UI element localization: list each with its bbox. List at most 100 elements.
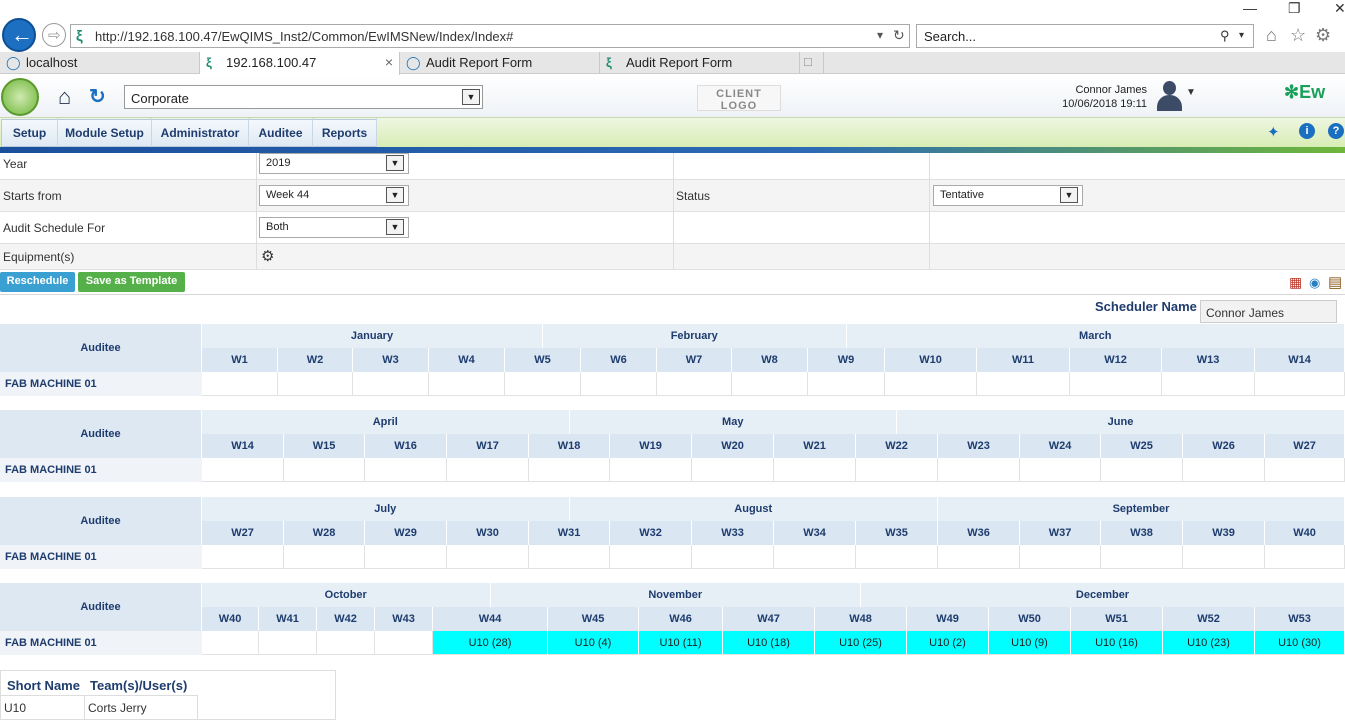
schedule-cell[interactable] (1265, 458, 1345, 482)
menu-auditee[interactable]: Auditee (249, 118, 313, 148)
schedule-cell[interactable] (259, 631, 317, 655)
schedule-cell[interactable] (505, 372, 581, 396)
scheduled-audit-cell[interactable]: U10 (25) (815, 631, 907, 655)
schedule-cell[interactable] (365, 545, 447, 569)
schedule-cell[interactable] (938, 545, 1020, 569)
scheduled-audit-cell[interactable]: U10 (11) (639, 631, 723, 655)
chevron-down-icon[interactable]: ▾ (1239, 30, 1244, 41)
chevron-down-icon[interactable]: ▼ (1060, 187, 1078, 203)
home-icon[interactable]: ⌂ (58, 84, 71, 110)
menu-module-setup[interactable]: Module Setup (58, 118, 152, 148)
info-icon[interactable]: i (1299, 123, 1315, 139)
user-avatar-icon[interactable] (1155, 80, 1183, 112)
forward-button[interactable]: ⇨ (42, 23, 66, 47)
schedule-cell[interactable] (856, 545, 938, 569)
schedule-cell[interactable] (885, 372, 977, 396)
help-icon[interactable]: ? (1328, 123, 1344, 139)
app-logo-icon[interactable] (1, 78, 39, 116)
equipment-settings-icon[interactable]: ⚙ (261, 247, 274, 265)
schedule-cell[interactable] (774, 458, 856, 482)
schedule-cell[interactable] (429, 372, 505, 396)
favorites-star-icon[interactable]: ☆ (1290, 25, 1306, 46)
scheduled-audit-cell[interactable]: U10 (16) (1071, 631, 1163, 655)
chat-icon[interactable]: ◉ (1309, 275, 1320, 291)
chevron-down-icon[interactable]: ▼ (386, 219, 404, 235)
schedule-cell[interactable] (977, 372, 1070, 396)
home-icon[interactable]: ⌂ (1266, 25, 1277, 46)
reschedule-button[interactable]: Reschedule (0, 272, 75, 292)
table-view-icon[interactable]: ▤ (1328, 273, 1342, 291)
search-input[interactable]: Search... ⚲ ▾ (916, 24, 1254, 48)
tab-active-site[interactable]: ξ 192.168.100.47 × (200, 52, 400, 75)
schedule-cell[interactable] (1183, 545, 1265, 569)
schedule-cell[interactable] (202, 372, 278, 396)
scheduled-audit-cell[interactable]: U10 (9) (989, 631, 1071, 655)
schedule-cell[interactable] (317, 631, 375, 655)
chevron-down-icon[interactable]: ▼ (462, 89, 480, 105)
new-tab-button[interactable]: □ (800, 52, 824, 74)
schedule-cell[interactable] (692, 545, 774, 569)
menu-reports[interactable]: Reports (313, 118, 377, 148)
schedule-cell[interactable] (365, 458, 447, 482)
back-button[interactable]: ← (2, 18, 36, 52)
schedule-cell[interactable] (447, 458, 529, 482)
calendar-icon[interactable]: ▦ (1289, 274, 1302, 291)
schedule-cell[interactable] (284, 458, 365, 482)
schedule-for-select[interactable]: Both ▼ (259, 217, 409, 238)
schedule-cell[interactable] (610, 545, 692, 569)
schedule-cell[interactable] (774, 545, 856, 569)
schedule-cell[interactable] (284, 545, 365, 569)
menu-setup[interactable]: Setup (2, 118, 58, 148)
refresh-icon[interactable]: ↻ (893, 27, 905, 44)
schedule-cell[interactable] (375, 631, 433, 655)
tab-audit-report-2[interactable]: ξ Audit Report Form (600, 52, 800, 74)
starts-select[interactable]: Week 44 ▼ (259, 185, 409, 206)
organization-select[interactable]: Corporate ▼ (124, 85, 483, 109)
schedule-cell[interactable] (529, 458, 610, 482)
scheduled-audit-cell[interactable]: U10 (4) (548, 631, 639, 655)
scheduler-name-field[interactable]: Connor James (1200, 300, 1337, 323)
schedule-cell[interactable] (202, 458, 284, 482)
scheduled-audit-cell[interactable]: U10 (2) (907, 631, 989, 655)
menu-administrator[interactable]: Administrator (152, 118, 249, 148)
dropdown-icon[interactable]: ▾ (877, 28, 883, 42)
schedule-cell[interactable] (278, 372, 353, 396)
year-select[interactable]: 2019 ▼ (259, 153, 409, 174)
pin-icon[interactable]: ✦ (1267, 123, 1280, 141)
tab-localhost[interactable]: ◯ localhost (0, 52, 200, 74)
refresh-icon[interactable]: ↻ (89, 84, 106, 109)
schedule-cell[interactable] (1020, 458, 1101, 482)
schedule-cell[interactable] (692, 458, 774, 482)
chevron-down-icon[interactable]: ▼ (1186, 87, 1196, 98)
scheduled-audit-cell[interactable]: U10 (28) (433, 631, 548, 655)
schedule-cell[interactable] (808, 372, 885, 396)
schedule-cell[interactable] (1101, 545, 1183, 569)
schedule-cell[interactable] (610, 458, 692, 482)
search-icon[interactable]: ⚲ (1220, 28, 1230, 44)
chevron-down-icon[interactable]: ▼ (386, 187, 404, 203)
status-select[interactable]: Tentative ▼ (933, 185, 1083, 206)
schedule-cell[interactable] (856, 458, 938, 482)
close-tab-icon[interactable]: × (385, 54, 393, 70)
schedule-cell[interactable] (1070, 372, 1162, 396)
schedule-cell[interactable] (1183, 458, 1265, 482)
schedule-cell[interactable] (353, 372, 429, 396)
schedule-cell[interactable] (1265, 545, 1345, 569)
schedule-cell[interactable] (1162, 372, 1255, 396)
chevron-down-icon[interactable]: ▼ (386, 155, 404, 171)
schedule-cell[interactable] (1020, 545, 1101, 569)
scheduled-audit-cell[interactable]: U10 (23) (1163, 631, 1255, 655)
schedule-cell[interactable] (938, 458, 1020, 482)
scheduled-audit-cell[interactable]: U10 (18) (723, 631, 815, 655)
schedule-cell[interactable] (202, 631, 259, 655)
save-as-template-button[interactable]: Save as Template (78, 272, 185, 292)
schedule-cell[interactable] (447, 545, 529, 569)
schedule-cell[interactable] (1255, 372, 1345, 396)
settings-gear-icon[interactable]: ⚙ (1315, 25, 1331, 46)
address-bar[interactable]: ξ http://192.168.100.47/EwQIMS_Inst2/Com… (70, 24, 910, 48)
schedule-cell[interactable] (1101, 458, 1183, 482)
schedule-cell[interactable] (529, 545, 610, 569)
schedule-cell[interactable] (732, 372, 808, 396)
schedule-cell[interactable] (202, 545, 284, 569)
scheduled-audit-cell[interactable]: U10 (30) (1255, 631, 1345, 655)
